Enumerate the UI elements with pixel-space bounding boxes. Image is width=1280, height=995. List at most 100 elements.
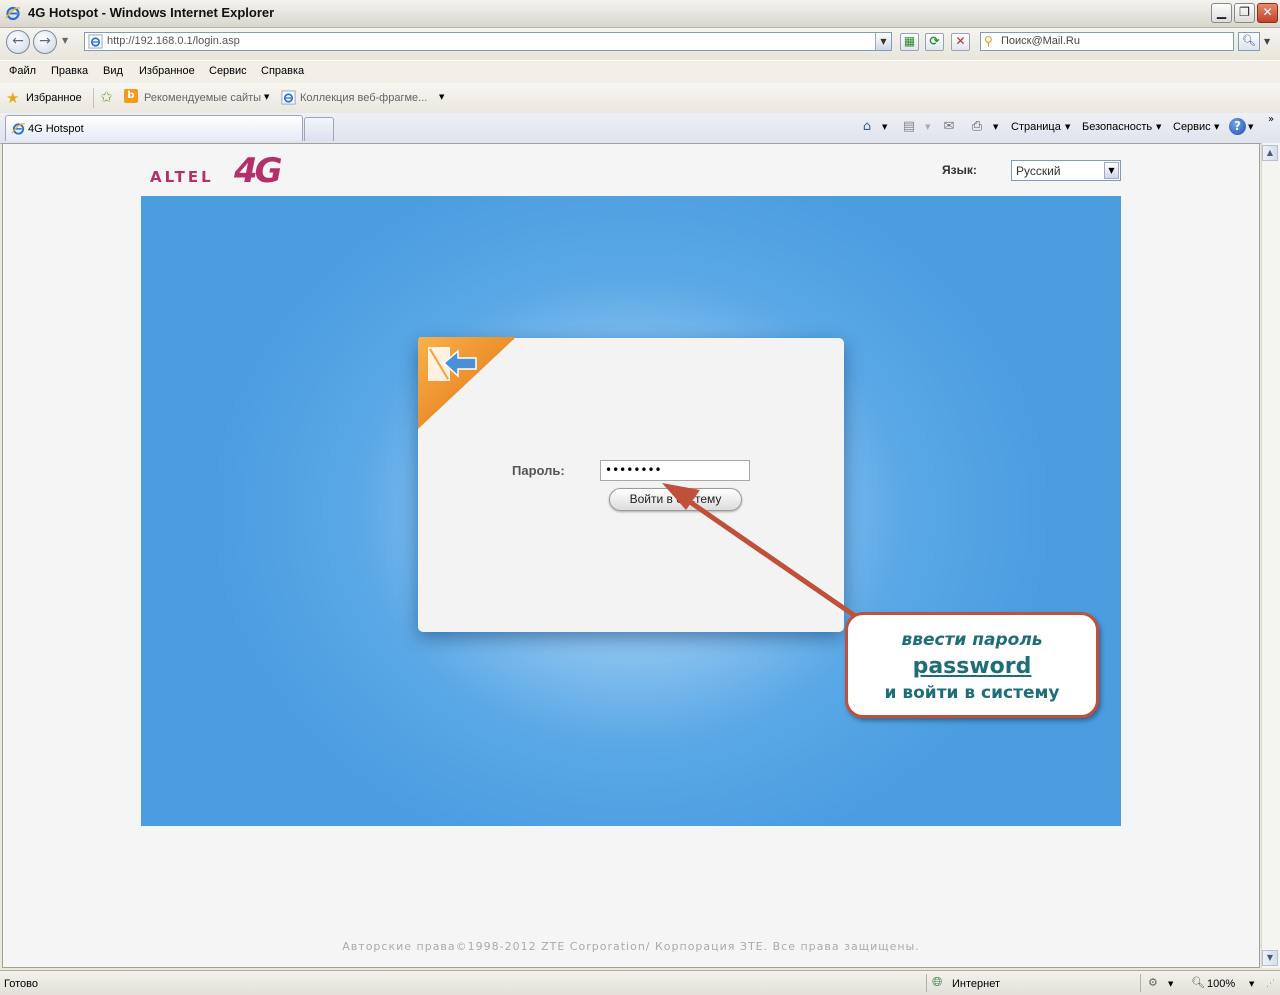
search-provider-icon: ⚲ bbox=[984, 34, 993, 48]
login-button[interactable]: Войти в систему bbox=[609, 488, 742, 511]
stop-button[interactable]: ✕ bbox=[951, 33, 970, 51]
search-placeholder: Поиск@Mail.Ru bbox=[1001, 35, 1080, 47]
scroll-down-button[interactable]: ▼ bbox=[1262, 950, 1278, 966]
status-text: Готово bbox=[4, 978, 38, 990]
menu-edit[interactable]: Правка bbox=[51, 65, 88, 77]
refresh-button[interactable]: ⟳ bbox=[925, 33, 944, 51]
window-title-bar[interactable]: 4G Hotspot - Windows Internet Explorer ▁… bbox=[0, 0, 1280, 28]
zoom-dropdown-icon[interactable]: ▼ bbox=[1249, 980, 1254, 988]
restore-icon: ❐ bbox=[1239, 5, 1250, 19]
menu-bar: Файл Правка Вид Избранное Сервис Справка bbox=[0, 60, 1280, 84]
menu-help[interactable]: Справка bbox=[261, 65, 304, 77]
safety-dropdown-icon[interactable]: ▼ bbox=[1156, 123, 1161, 131]
page-menu-button[interactable]: Страница bbox=[1011, 121, 1061, 133]
window-title: 4G Hotspot - Windows Internet Explorer bbox=[28, 5, 275, 20]
mail-icon[interactable]: ✉ bbox=[940, 118, 958, 136]
stop-icon: ✕ bbox=[955, 34, 966, 48]
annotation-callout: ввести пароль password и войти в систему bbox=[845, 612, 1099, 718]
login-arrow-badge-icon bbox=[418, 337, 516, 429]
address-dropdown-button[interactable]: ▼ bbox=[875, 33, 891, 50]
tab-4g-hotspot[interactable]: 4G Hotspot bbox=[5, 115, 303, 141]
separator bbox=[926, 974, 927, 992]
forward-button[interactable]: → bbox=[33, 30, 57, 54]
altel-4g-logo: 4G bbox=[234, 151, 283, 191]
print-icon[interactable]: ⎙ bbox=[968, 118, 986, 136]
add-favorite-icon[interactable]: ✩ bbox=[100, 88, 113, 106]
web-slice-dropdown-icon[interactable]: ▼ bbox=[439, 93, 444, 101]
navigation-bar: ← → ▼ http://192.168.0.1/login.asp ▼ ▦ ⟳… bbox=[0, 28, 1280, 58]
search-button[interactable]: 🔍︎ bbox=[1238, 32, 1260, 51]
language-label: Язык: bbox=[942, 163, 977, 177]
toolbar-overflow-icon[interactable]: » bbox=[1268, 114, 1274, 125]
password-input[interactable]: •••••••• bbox=[600, 460, 750, 481]
callout-line-2: password bbox=[912, 654, 1032, 679]
address-bar[interactable]: http://192.168.0.1/login.asp ▼ bbox=[84, 32, 892, 51]
compatibility-icon: ▦ bbox=[903, 34, 916, 48]
resize-grip-icon[interactable]: ⋰ bbox=[1266, 979, 1275, 989]
feeds-dropdown-icon[interactable]: ▼ bbox=[925, 123, 930, 131]
password-label: Пароль: bbox=[512, 463, 565, 478]
chevron-down-icon: ▼ bbox=[880, 37, 887, 46]
favorites-star-icon: ★ bbox=[6, 89, 20, 107]
menu-file[interactable]: Файл bbox=[9, 65, 36, 77]
altel-logo-text: ALTEL bbox=[150, 168, 214, 186]
safety-menu-button[interactable]: Безопасность bbox=[1082, 121, 1152, 133]
suggested-sites-icon: b bbox=[124, 89, 138, 103]
menu-tools[interactable]: Сервис bbox=[209, 65, 247, 77]
zoom-level[interactable]: 100% bbox=[1207, 978, 1235, 990]
search-icon: 🔍︎ bbox=[1242, 34, 1256, 47]
tab-bar: 4G Hotspot ⌂ ▼ ▤ ▼ ✉ ⎙ ▼ Страница ▼ Безо… bbox=[0, 113, 1280, 144]
page-dropdown-icon[interactable]: ▼ bbox=[1065, 123, 1070, 131]
search-options-icon[interactable]: ▼ bbox=[1264, 37, 1270, 46]
minimize-button[interactable]: ▁ bbox=[1211, 3, 1232, 23]
suggested-sites-dropdown-icon[interactable]: ▼ bbox=[264, 93, 269, 101]
tools-dropdown-icon[interactable]: ▼ bbox=[1214, 123, 1219, 131]
back-arrow-icon: ← bbox=[12, 33, 24, 49]
ie-logo-icon bbox=[5, 6, 21, 21]
status-bar: Готово 🌐︎ Интернет ⚙ ▼ 🔍︎ 100% ▼ ⋰ bbox=[0, 970, 1280, 995]
menu-favorites[interactable]: Избранное bbox=[139, 65, 195, 77]
protected-mode-icon[interactable]: ⚙ bbox=[1148, 976, 1158, 989]
search-input[interactable]: ⚲ Поиск@Mail.Ru bbox=[980, 32, 1234, 51]
maximize-button[interactable]: ❐ bbox=[1234, 3, 1255, 23]
separator bbox=[1140, 974, 1141, 992]
new-tab-button[interactable] bbox=[304, 117, 334, 141]
tab-label: 4G Hotspot bbox=[28, 123, 84, 135]
suggested-sites-link[interactable]: Рекомендуемые сайты bbox=[144, 92, 261, 104]
home-dropdown-icon[interactable]: ▼ bbox=[882, 123, 887, 131]
callout-line-3: и войти в систему bbox=[884, 683, 1060, 703]
separator bbox=[93, 88, 94, 108]
favorites-button[interactable]: Избранное bbox=[26, 92, 82, 104]
home-icon[interactable]: ⌂ bbox=[858, 118, 876, 136]
help-dropdown-icon[interactable]: ▼ bbox=[1248, 123, 1253, 131]
web-slice-gallery-link[interactable]: Коллекция веб-фрагме... bbox=[300, 92, 427, 104]
close-button[interactable]: ✕ bbox=[1257, 3, 1278, 23]
page-ie-icon bbox=[88, 34, 103, 49]
back-button[interactable]: ← bbox=[6, 30, 30, 54]
feeds-icon[interactable]: ▤ bbox=[900, 118, 918, 136]
favorites-bar: ★ Избранное ✩ b Рекомендуемые сайты ▼ Ко… bbox=[0, 83, 1280, 113]
language-select[interactable]: Русский ▼ bbox=[1011, 160, 1121, 181]
menu-view[interactable]: Вид bbox=[103, 65, 123, 77]
copyright-text: Авторские права©1998-2012 ZTE Corporatio… bbox=[342, 940, 920, 953]
language-dropdown-button[interactable]: ▼ bbox=[1104, 162, 1119, 179]
security-zone[interactable]: Интернет bbox=[952, 978, 1000, 990]
language-selected-value: Русский bbox=[1016, 164, 1061, 178]
close-icon: ✕ bbox=[1262, 5, 1273, 19]
vertical-scrollbar[interactable] bbox=[1261, 143, 1280, 968]
print-dropdown-icon[interactable]: ▼ bbox=[993, 123, 998, 131]
tools-menu-button[interactable]: Сервис bbox=[1173, 121, 1211, 133]
protected-mode-dropdown-icon[interactable]: ▼ bbox=[1168, 980, 1173, 988]
address-url[interactable]: http://192.168.0.1/login.asp bbox=[107, 35, 240, 47]
history-dropdown-icon[interactable]: ▼ bbox=[62, 36, 70, 45]
zoom-icon[interactable]: 🔍︎ bbox=[1191, 976, 1205, 989]
help-icon[interactable]: ? bbox=[1229, 118, 1246, 135]
refresh-icon: ⟳ bbox=[929, 34, 940, 48]
callout-line-1: ввести пароль bbox=[901, 630, 1043, 650]
chevron-down-icon: ▼ bbox=[1108, 166, 1115, 175]
compatibility-view-button[interactable]: ▦ bbox=[900, 33, 919, 51]
scroll-up-button[interactable]: ▲ bbox=[1262, 145, 1278, 161]
internet-zone-icon: 🌐︎ bbox=[932, 975, 943, 990]
minimize-icon: ▁ bbox=[1216, 5, 1227, 19]
forward-arrow-icon: → bbox=[39, 33, 51, 49]
